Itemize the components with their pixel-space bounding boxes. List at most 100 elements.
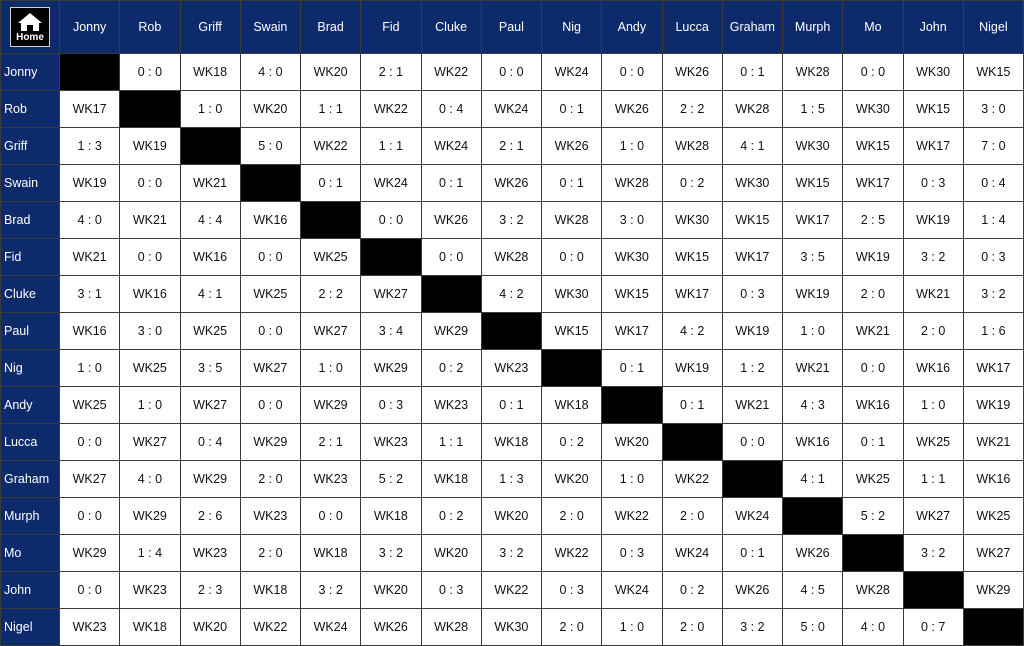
match-cell[interactable]: WK18 (360, 497, 422, 535)
match-cell[interactable]: WK23 (420, 386, 482, 424)
match-cell[interactable]: 2 : 0 (661, 608, 723, 646)
match-cell[interactable]: 0 : 1 (842, 423, 904, 461)
match-cell[interactable]: WK18 (179, 53, 241, 91)
match-cell[interactable]: 4 : 3 (781, 386, 844, 424)
match-cell[interactable]: WK21 (842, 312, 904, 350)
match-cell[interactable]: WK28 (661, 127, 723, 165)
match-cell[interactable]: 5 : 0 (239, 127, 302, 165)
match-cell[interactable]: 3 : 4 (360, 312, 422, 350)
match-cell[interactable]: 5 : 2 (360, 460, 422, 498)
match-cell[interactable]: 0 : 7 (902, 608, 964, 646)
match-cell[interactable]: WK20 (601, 423, 663, 461)
column-header-griff[interactable]: Griff (179, 0, 241, 54)
match-cell[interactable]: 2 : 2 (299, 275, 362, 313)
match-cell[interactable]: 4 : 4 (179, 201, 241, 239)
match-cell[interactable]: WK16 (119, 275, 181, 313)
row-header-andy[interactable]: Andy (0, 386, 60, 424)
match-cell[interactable]: WK28 (842, 571, 904, 609)
column-header-graham[interactable]: Graham (721, 0, 784, 54)
match-cell[interactable]: 0 : 0 (239, 312, 302, 350)
match-cell[interactable]: WK17 (781, 201, 844, 239)
match-cell[interactable]: WK20 (480, 497, 543, 535)
match-cell[interactable]: WK20 (239, 90, 302, 128)
match-cell[interactable]: 1 : 0 (299, 349, 362, 387)
match-cell[interactable]: 4 : 0 (239, 53, 302, 91)
match-cell[interactable]: WK27 (119, 423, 181, 461)
match-cell[interactable]: WK28 (420, 608, 482, 646)
match-cell[interactable]: WK26 (781, 534, 844, 572)
column-header-andy[interactable]: Andy (601, 0, 663, 54)
column-header-jonny[interactable]: Jonny (58, 0, 121, 54)
match-cell[interactable]: WK21 (781, 349, 844, 387)
match-cell[interactable]: 0 : 0 (842, 53, 904, 91)
match-cell[interactable]: WK24 (661, 534, 723, 572)
match-cell[interactable]: 2 : 0 (661, 497, 723, 535)
match-cell[interactable]: 2 : 1 (360, 53, 422, 91)
match-cell[interactable]: 4 : 0 (842, 608, 904, 646)
match-cell[interactable]: 0 : 0 (540, 238, 603, 276)
match-cell[interactable]: 0 : 3 (902, 164, 964, 202)
match-cell[interactable]: 0 : 1 (721, 534, 784, 572)
match-cell[interactable]: 0 : 1 (480, 386, 543, 424)
match-cell[interactable]: WK15 (721, 201, 784, 239)
match-cell[interactable]: WK27 (299, 312, 362, 350)
match-cell[interactable]: WK17 (58, 90, 121, 128)
match-cell[interactable]: 0 : 2 (661, 164, 723, 202)
match-cell[interactable]: 7 : 0 (962, 127, 1024, 165)
match-cell[interactable]: WK19 (721, 312, 784, 350)
match-cell[interactable]: 1 : 0 (902, 386, 964, 424)
match-cell[interactable]: WK25 (239, 275, 302, 313)
match-cell[interactable]: WK17 (661, 275, 723, 313)
match-cell[interactable]: WK16 (781, 423, 844, 461)
match-cell[interactable]: WK30 (842, 90, 904, 128)
match-cell[interactable]: WK17 (721, 238, 784, 276)
match-cell[interactable]: 1 : 3 (480, 460, 543, 498)
match-cell[interactable]: 4 : 2 (480, 275, 543, 313)
match-cell[interactable]: WK16 (842, 386, 904, 424)
match-cell[interactable]: 1 : 1 (360, 127, 422, 165)
match-cell[interactable]: WK25 (119, 349, 181, 387)
match-cell[interactable]: 3 : 2 (360, 534, 422, 572)
match-cell[interactable]: 1 : 3 (58, 127, 121, 165)
match-cell[interactable]: 3 : 0 (601, 201, 663, 239)
match-cell[interactable]: WK22 (239, 608, 302, 646)
match-cell[interactable]: 1 : 4 (962, 201, 1024, 239)
match-cell[interactable]: 3 : 5 (179, 349, 241, 387)
match-cell[interactable]: WK27 (58, 460, 121, 498)
match-cell[interactable]: WK24 (721, 497, 784, 535)
match-cell[interactable]: 2 : 6 (179, 497, 241, 535)
match-cell[interactable]: WK30 (480, 608, 543, 646)
match-cell[interactable]: WK26 (601, 90, 663, 128)
match-cell[interactable]: 0 : 1 (299, 164, 362, 202)
match-cell[interactable]: 0 : 0 (119, 238, 181, 276)
match-cell[interactable]: 0 : 3 (601, 534, 663, 572)
match-cell[interactable]: WK28 (601, 164, 663, 202)
match-cell[interactable]: 3 : 2 (299, 571, 362, 609)
match-cell[interactable]: WK30 (781, 127, 844, 165)
match-cell[interactable]: 1 : 1 (420, 423, 482, 461)
row-header-nigel[interactable]: Nigel (0, 608, 60, 646)
match-cell[interactable]: 4 : 5 (781, 571, 844, 609)
match-cell[interactable]: WK17 (601, 312, 663, 350)
match-cell[interactable]: WK21 (119, 201, 181, 239)
match-cell[interactable]: WK30 (902, 53, 964, 91)
match-cell[interactable]: WK15 (540, 312, 603, 350)
match-cell[interactable]: WK25 (962, 497, 1024, 535)
match-cell[interactable]: 0 : 3 (420, 571, 482, 609)
match-cell[interactable]: 0 : 2 (540, 423, 603, 461)
row-header-swain[interactable]: Swain (0, 164, 60, 202)
home-button[interactable]: Home (10, 7, 50, 47)
match-cell[interactable]: WK26 (661, 53, 723, 91)
match-cell[interactable]: WK24 (420, 127, 482, 165)
match-cell[interactable]: WK23 (58, 608, 121, 646)
row-header-paul[interactable]: Paul (0, 312, 60, 350)
match-cell[interactable]: WK22 (299, 127, 362, 165)
column-header-fid[interactable]: Fid (360, 0, 422, 54)
match-cell[interactable]: WK16 (962, 460, 1024, 498)
match-cell[interactable]: WK29 (962, 571, 1024, 609)
match-cell[interactable]: WK26 (420, 201, 482, 239)
match-cell[interactable]: WK25 (902, 423, 964, 461)
match-cell[interactable]: 0 : 0 (299, 497, 362, 535)
match-cell[interactable]: WK29 (119, 497, 181, 535)
match-cell[interactable]: WK30 (721, 164, 784, 202)
